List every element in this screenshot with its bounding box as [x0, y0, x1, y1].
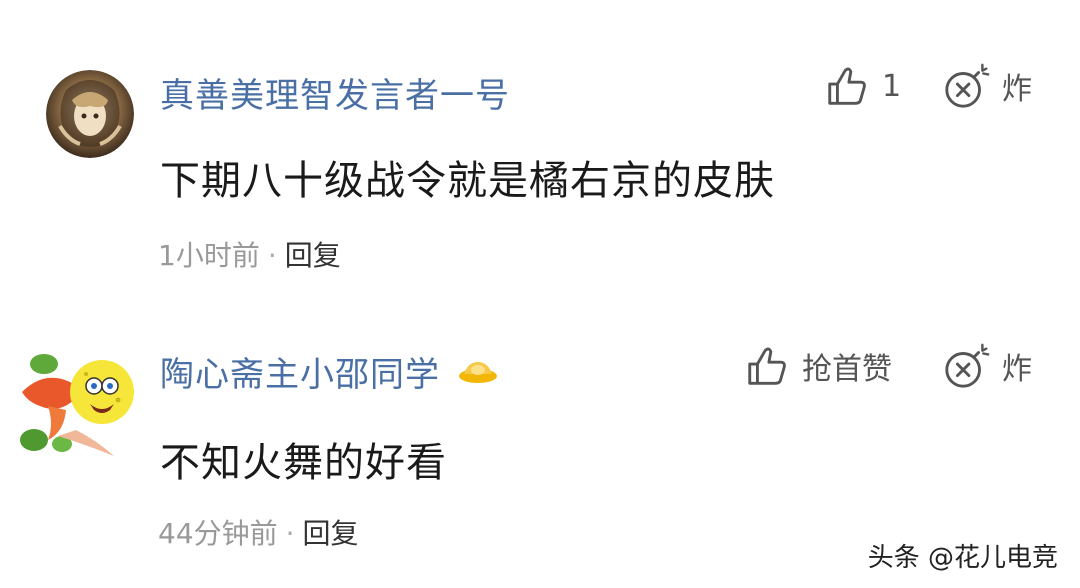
user-avatar[interactable] — [46, 70, 134, 158]
comment-item: 真善美理智发言者一号 1 炸 下期八十级战令就是橘右京的皮肤 1小时前 · 回复 — [0, 0, 1080, 280]
bomb-label: 炸 — [1002, 72, 1032, 107]
bomb-icon — [945, 63, 990, 108]
anime-avatar-icon — [46, 70, 134, 158]
username[interactable]: 陶心斋主小邵同学 — [160, 347, 498, 397]
gold-ingot-icon — [458, 353, 498, 393]
like-button[interactable]: 抢首赞 — [744, 342, 892, 390]
meta-separator: · — [267, 239, 277, 272]
username[interactable]: 真善美理智发言者一号 — [160, 68, 510, 117]
thumbs-up-icon — [828, 67, 866, 105]
like-button[interactable]: 1 — [824, 62, 901, 110]
reply-button[interactable]: 回复 — [303, 517, 359, 550]
watermark: 头条 @花儿电竞 — [867, 543, 1058, 573]
spongebob-koi-avatar-icon — [20, 354, 134, 456]
timestamp: 44分钟前 — [158, 517, 278, 550]
comment-item: 陶心斋主小邵同学 抢首赞 炸 不知火舞的好看 44分钟前 · 回复 — [0, 280, 1080, 560]
bomb-button[interactable]: 炸 — [942, 342, 1032, 390]
reply-button[interactable]: 回复 — [285, 239, 341, 272]
bomb-icon — [945, 343, 990, 388]
bomb-button[interactable]: 炸 — [942, 62, 1032, 110]
comment-meta: 1小时前 · 回复 — [158, 234, 341, 274]
bomb-label: 炸 — [1002, 352, 1032, 387]
comment-text: 下期八十级战令就是橘右京的皮肤 — [160, 158, 775, 204]
comment-text: 不知火舞的好看 — [160, 440, 447, 486]
meta-separator: · — [285, 517, 295, 550]
comment-meta: 44分钟前 · 回复 — [158, 512, 359, 552]
user-avatar[interactable] — [14, 344, 134, 464]
thumbs-up-icon — [748, 347, 786, 385]
username-text[interactable]: 陶心斋主小邵同学 — [160, 355, 440, 395]
like-count: 1 — [882, 68, 902, 104]
like-label: 抢首赞 — [802, 352, 892, 387]
timestamp: 1小时前 — [158, 239, 260, 272]
